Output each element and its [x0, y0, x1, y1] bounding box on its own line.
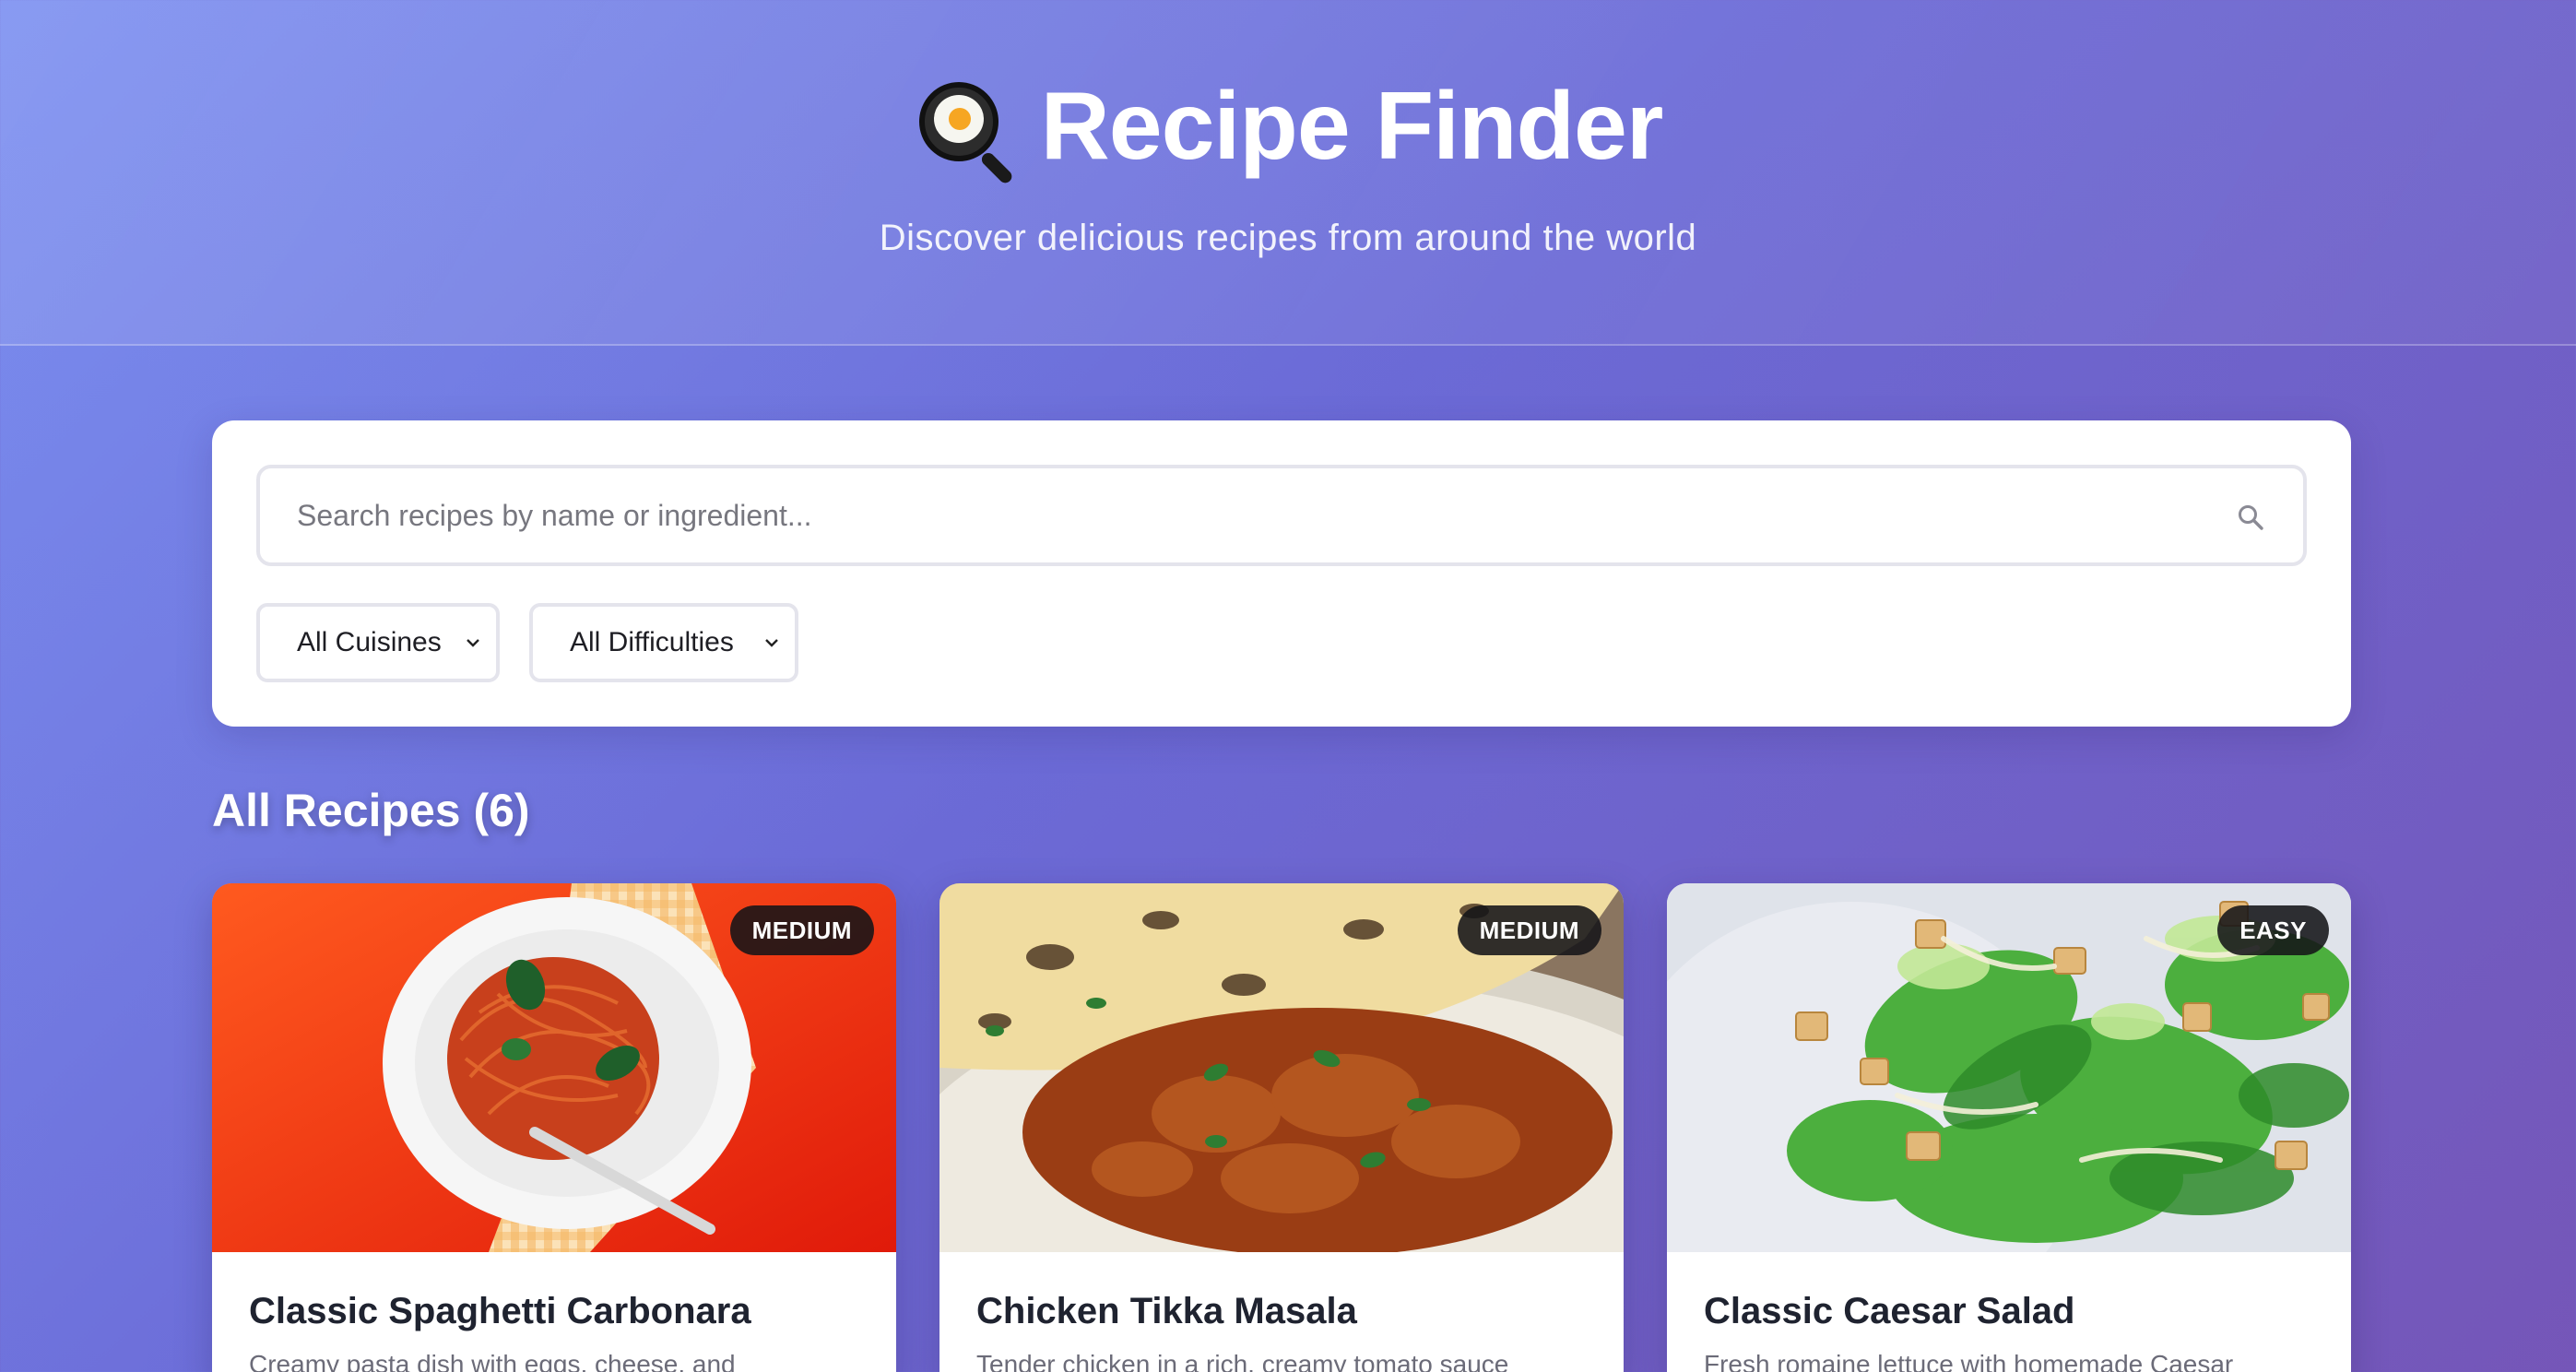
recipe-image[interactable]: MEDIUM — [939, 883, 1624, 1252]
recipe-title[interactable]: Chicken Tikka Masala — [976, 1291, 1357, 1332]
title-row: Recipe Finder — [0, 72, 2576, 185]
search-input[interactable] — [297, 468, 2196, 562]
recipe-description: Creamy pasta dish with eggs, cheese, and — [249, 1350, 736, 1372]
difficulty-badge: EASY — [2217, 905, 2329, 955]
recipe-description: Tender chicken in a rich, creamy tomato … — [976, 1350, 1509, 1372]
search-box[interactable] — [256, 465, 2307, 566]
difficulty-badge: MEDIUM — [1457, 905, 1601, 955]
recipe-title[interactable]: Classic Caesar Salad — [1704, 1291, 2074, 1332]
difficulty-filter-select[interactable]: All Difficulties — [529, 603, 798, 682]
cuisine-filter-value: All Cuisines — [297, 627, 442, 657]
search-icon[interactable] — [2237, 503, 2264, 531]
page-header: Recipe Finder Discover delicious recipes… — [0, 0, 2576, 346]
recipe-title[interactable]: Classic Spaghetti Carbonara — [249, 1291, 751, 1332]
app-title: Recipe Finder — [1040, 73, 1664, 180]
recipe-description: Fresh romaine lettuce with homemade Caes… — [1704, 1350, 2234, 1372]
difficulty-badge: MEDIUM — [729, 905, 874, 955]
recipe-image[interactable]: MEDIUM — [212, 883, 896, 1252]
section-title: All Recipes (6) — [212, 785, 530, 836]
recipe-card[interactable]: MEDIUM Chicken Tikka Masala Tender chick… — [939, 883, 1624, 1372]
frying-pan-egg-icon — [914, 77, 1015, 185]
recipe-card[interactable]: EASY Classic Caesar Salad Fresh romaine … — [1667, 883, 2351, 1372]
chevron-down-icon — [467, 639, 479, 647]
cuisine-filter-select[interactable]: All Cuisines — [256, 603, 500, 682]
chevron-down-icon — [765, 639, 778, 647]
recipe-image[interactable]: EASY — [1667, 883, 2351, 1252]
app-subtitle: Discover delicious recipes from around t… — [879, 218, 1697, 258]
search-panel: All Cuisines All Difficulties — [212, 420, 2351, 727]
difficulty-filter-value: All Difficulties — [570, 627, 734, 657]
recipe-card[interactable]: MEDIUM Classic Spaghetti Carbonara Cream… — [212, 883, 896, 1372]
